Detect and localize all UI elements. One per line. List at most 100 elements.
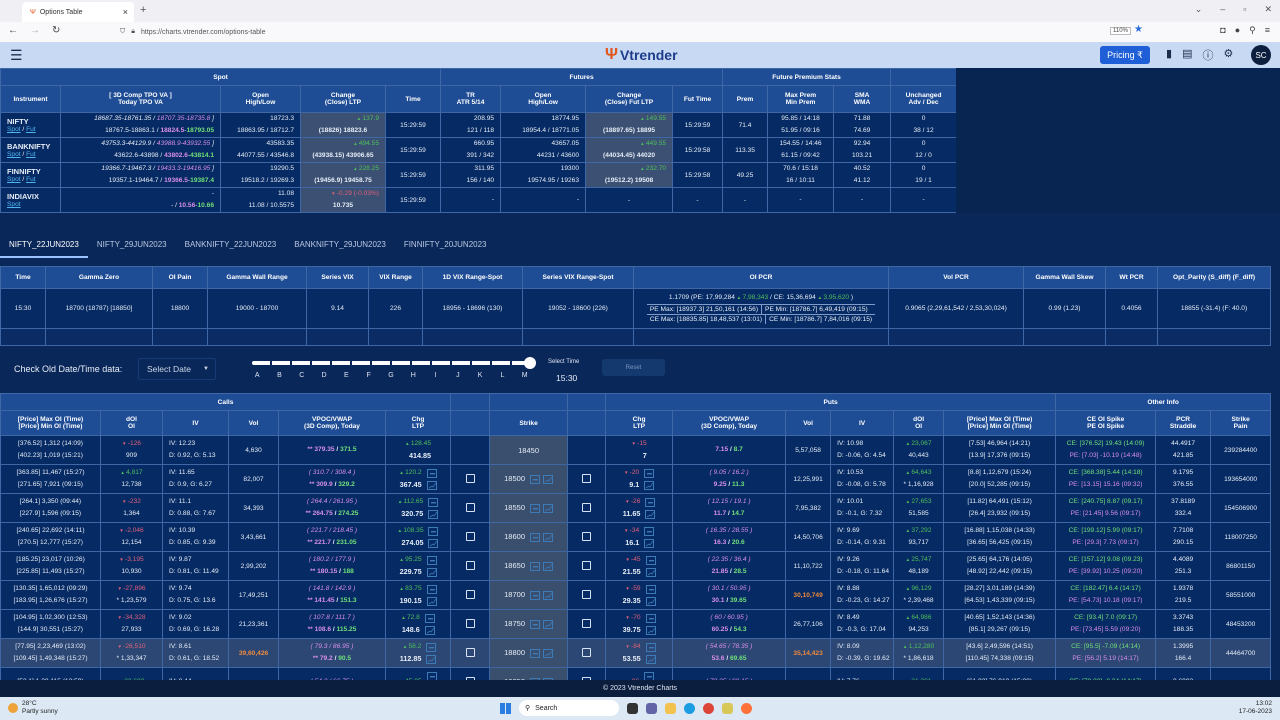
extensions-icon[interactable]: ⚲: [1249, 25, 1256, 36]
chart-line-icon[interactable]: [645, 625, 656, 635]
fut-link[interactable]: Fut: [26, 151, 36, 158]
call-select-checkbox[interactable]: [465, 502, 475, 512]
task-view-icon[interactable]: [627, 702, 638, 714]
notes-icon[interactable]: ▤: [1182, 47, 1192, 63]
reset-button[interactable]: Reset: [602, 359, 665, 376]
bookmark-star-icon[interactable]: ★: [1134, 24, 1143, 35]
slider-tick-label[interactable]: A: [246, 372, 268, 379]
chart-line-icon[interactable]: [543, 532, 553, 542]
table-view-icon[interactable]: [530, 503, 540, 513]
expiry-tab[interactable]: NIFTY_29JUN2023: [88, 236, 176, 258]
chart-line-icon[interactable]: [543, 503, 553, 513]
chart-line-icon[interactable]: [645, 509, 656, 519]
table-view-icon[interactable]: [428, 526, 439, 536]
put-select-checkbox[interactable]: [582, 531, 592, 541]
table-view-icon[interactable]: [530, 648, 540, 658]
slider-tick-label[interactable]: H: [402, 372, 424, 379]
chart-line-icon[interactable]: [426, 567, 437, 577]
fut-link[interactable]: Fut: [26, 126, 36, 133]
slider-tick-label[interactable]: G: [380, 372, 402, 379]
time-slider-handle[interactable]: [524, 357, 536, 369]
chart-line-icon[interactable]: [543, 590, 553, 600]
spot-link[interactable]: Spot: [7, 176, 21, 183]
chart-line-icon[interactable]: [426, 480, 437, 490]
table-view-icon[interactable]: [644, 526, 655, 536]
table-view-icon[interactable]: [426, 584, 437, 594]
table-view-icon[interactable]: [426, 671, 437, 680]
back-icon[interactable]: ←: [8, 25, 18, 36]
call-select-checkbox[interactable]: [465, 589, 475, 599]
table-view-icon[interactable]: [530, 590, 540, 600]
minimize-icon[interactable]: –: [1220, 4, 1225, 15]
close-tab-icon[interactable]: ×: [123, 7, 128, 17]
settings-gear-icon[interactable]: ⚙: [1223, 47, 1233, 63]
app-icon[interactable]: [722, 702, 733, 714]
chart-line-icon[interactable]: [644, 538, 655, 548]
pocket-icon[interactable]: ◘: [1220, 25, 1225, 36]
table-view-icon[interactable]: [645, 584, 656, 594]
bookmark-icon[interactable]: ▮: [1166, 47, 1172, 63]
close-window-icon[interactable]: ✕: [1264, 4, 1272, 15]
chart-line-icon[interactable]: [424, 625, 435, 635]
put-select-checkbox[interactable]: [582, 589, 592, 599]
expiry-tab[interactable]: BANKNIFTY_22JUN2023: [176, 236, 286, 258]
time-slider-track[interactable]: [252, 361, 530, 365]
table-view-icon[interactable]: [530, 619, 540, 629]
table-view-icon[interactable]: [644, 671, 655, 680]
url-bar[interactable]: ⛉ 🔒︎ https://charts.vtrender.com/options…: [120, 24, 1150, 40]
table-view-icon[interactable]: [530, 474, 540, 484]
call-select-checkbox[interactable]: [465, 560, 475, 570]
put-select-checkbox[interactable]: [582, 473, 592, 483]
put-select-checkbox[interactable]: [582, 502, 592, 512]
put-select-checkbox[interactable]: [582, 647, 592, 657]
expiry-tab[interactable]: BANKNIFTY_29JUN2023: [285, 236, 395, 258]
put-select-checkbox[interactable]: [582, 618, 592, 628]
vtrender-logo[interactable]: Ψ Vtrender: [605, 46, 678, 64]
chart-line-icon[interactable]: [543, 619, 553, 629]
weather-widget[interactable]: 28°C Partly sunny: [8, 700, 58, 716]
table-view-icon[interactable]: [530, 561, 540, 571]
table-view-icon[interactable]: [426, 468, 437, 478]
account-icon[interactable]: ●: [1235, 25, 1240, 36]
chart-line-icon[interactable]: [543, 561, 553, 571]
taskbar-search[interactable]: ⚲ Search: [519, 700, 619, 716]
spot-link[interactable]: Spot: [7, 151, 21, 158]
slider-tick-label[interactable]: E: [335, 372, 357, 379]
edge-icon[interactable]: [684, 702, 695, 714]
forward-icon[interactable]: →: [30, 25, 40, 36]
browser-tab[interactable]: Ψ Options Table ×: [22, 2, 134, 22]
slider-tick-label[interactable]: L: [491, 372, 513, 379]
slider-tick-label[interactable]: F: [357, 372, 379, 379]
slider-tick-label[interactable]: M: [514, 372, 536, 379]
chart-line-icon[interactable]: [645, 596, 656, 606]
system-clock[interactable]: 13:02 17-06-2023: [1239, 700, 1272, 716]
slider-tick-label[interactable]: K: [469, 372, 491, 379]
chart-line-icon[interactable]: [426, 596, 437, 606]
menu-icon[interactable]: ≡: [1265, 25, 1270, 36]
option-chain-scroll-area[interactable]: Calls Puts Other Info [Price] Max OI (Ti…: [0, 393, 1280, 680]
list-tabs-icon[interactable]: ⌄: [1195, 4, 1203, 15]
table-view-icon[interactable]: [645, 642, 656, 652]
chart-line-icon[interactable]: [645, 567, 656, 577]
expiry-tab[interactable]: NIFTY_22JUN2023: [0, 236, 88, 258]
select-date-dropdown[interactable]: Select Date ▼: [138, 358, 216, 380]
spot-link[interactable]: Spot: [7, 201, 21, 208]
slider-tick-label[interactable]: B: [268, 372, 290, 379]
chart-line-icon[interactable]: [543, 474, 553, 484]
user-avatar[interactable]: SC: [1251, 45, 1271, 65]
maximize-icon[interactable]: ▫: [1243, 4, 1246, 15]
call-select-checkbox[interactable]: [465, 618, 475, 628]
chart-line-icon[interactable]: [428, 509, 439, 519]
call-select-checkbox[interactable]: [465, 531, 475, 541]
reload-icon[interactable]: ↻: [52, 25, 60, 36]
teams-icon[interactable]: [646, 702, 657, 714]
zoom-level[interactable]: 110%: [1110, 27, 1131, 35]
table-view-icon[interactable]: [645, 555, 656, 565]
slider-tick-label[interactable]: I: [424, 372, 446, 379]
spot-link[interactable]: Spot: [7, 126, 21, 133]
new-tab-icon[interactable]: +: [140, 4, 146, 16]
chart-line-icon[interactable]: [543, 648, 553, 658]
call-select-checkbox[interactable]: [465, 473, 475, 483]
table-view-icon[interactable]: [645, 613, 656, 623]
expiry-tab[interactable]: FINNIFTY_20JUN2023: [395, 236, 496, 258]
